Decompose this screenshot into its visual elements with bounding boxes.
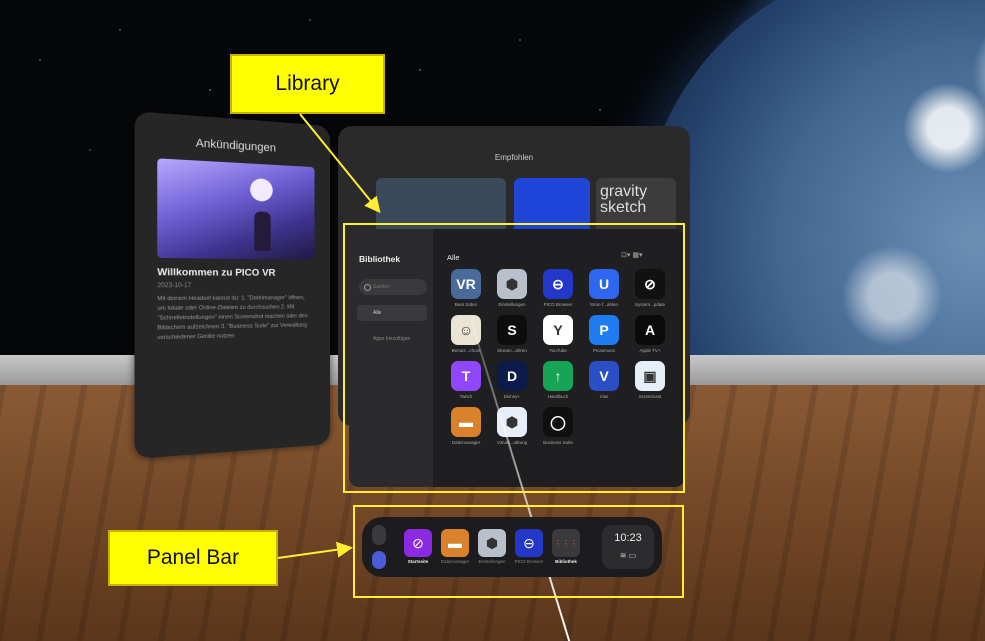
vr-scene: Ankündigungen Willkommen zu PICO VR 2023… — [0, 0, 985, 641]
callout-arrows — [277, 113, 381, 559]
